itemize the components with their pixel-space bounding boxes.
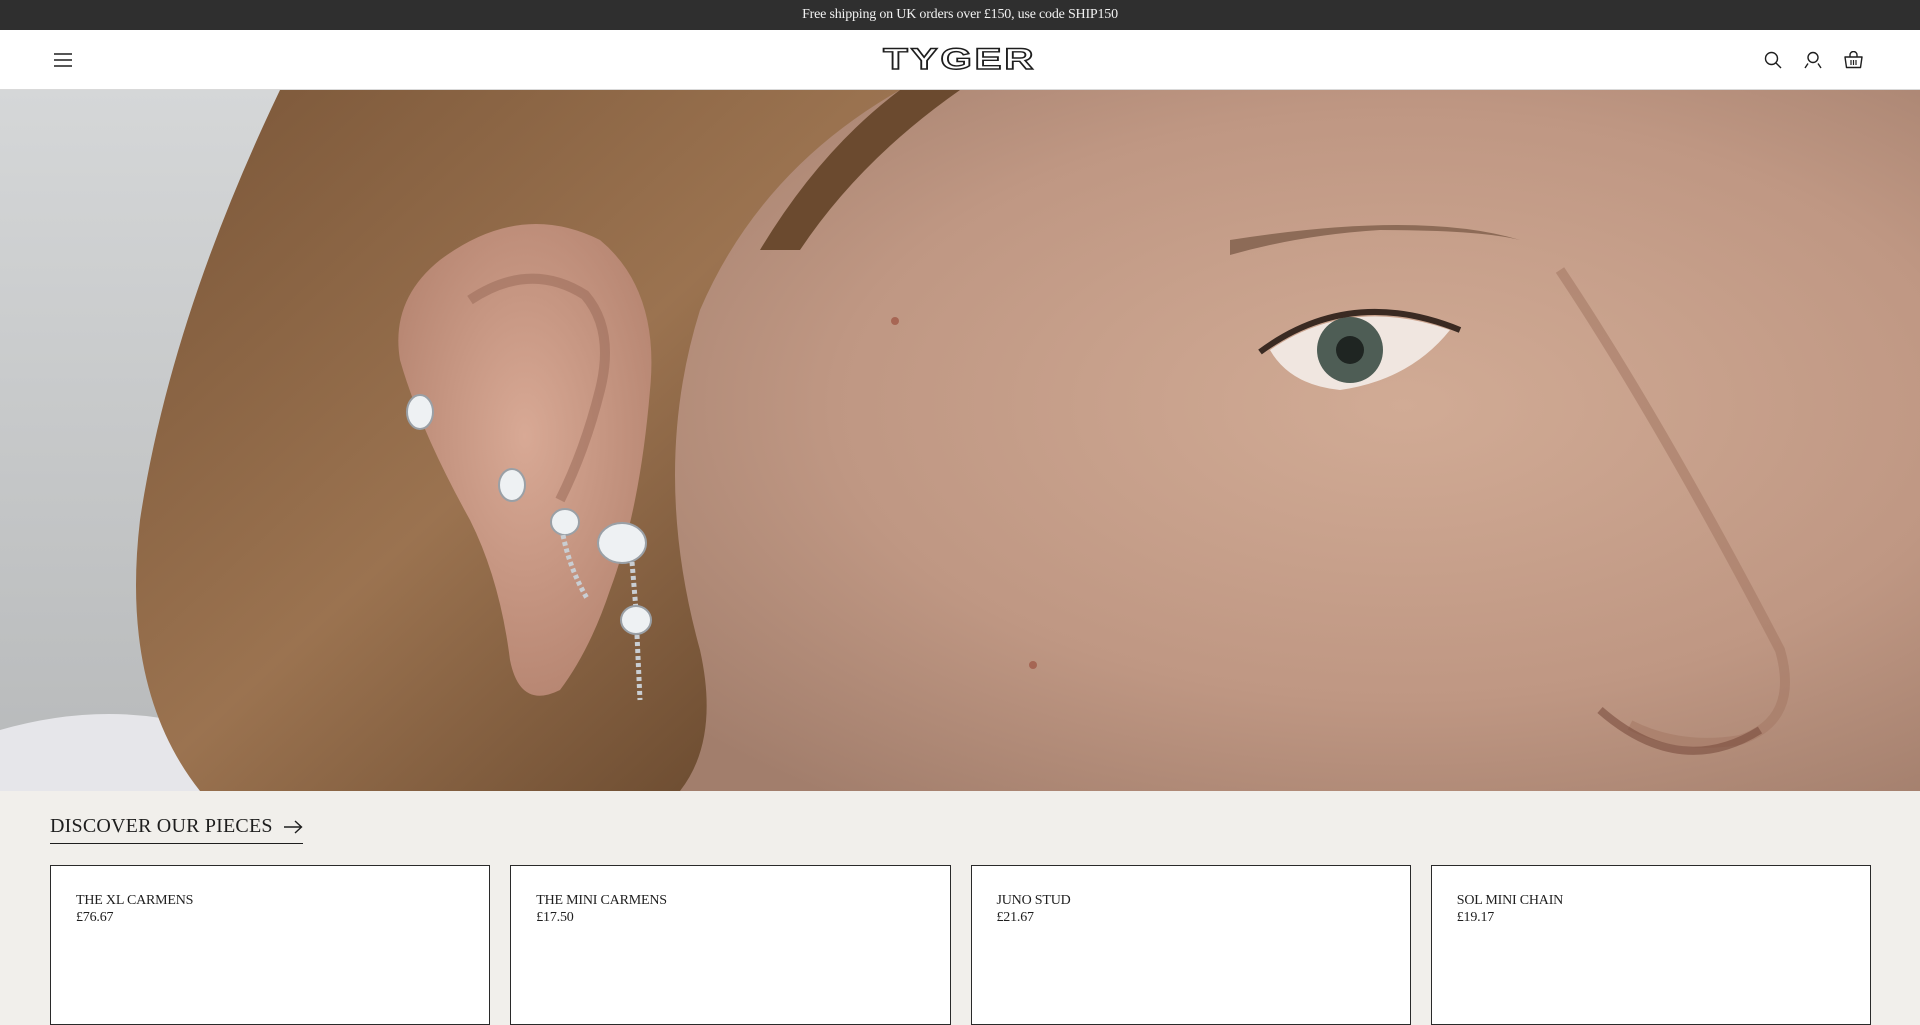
basket-button[interactable] [1840, 47, 1866, 73]
product-name: THE XL CARMENS [76, 893, 194, 908]
product-price: £17.50 [536, 910, 574, 925]
discover-label: DISCOVER OUR PIECES [50, 815, 273, 837]
product-name: THE MINI CARMENS [536, 893, 667, 908]
menu-button[interactable] [50, 47, 76, 73]
product-price: £21.67 [996, 910, 1035, 925]
account-icon [1804, 51, 1822, 68]
hero-image [0, 90, 1920, 791]
header-actions [1760, 47, 1866, 73]
search-button[interactable] [1760, 47, 1786, 73]
account-button[interactable] [1800, 47, 1826, 73]
menu-icon [54, 52, 72, 67]
hero-banner[interactable] [0, 90, 1920, 791]
arrow-right-icon [283, 819, 303, 834]
product-name: SOL MINI CHAIN [1456, 893, 1564, 908]
product-name: JUNO STUD [996, 893, 1071, 908]
search-icon [1764, 51, 1782, 68]
product-card-xl-carmens[interactable]: THE XL CARMENS £76.67 [50, 865, 491, 1025]
product-card-juno-stud[interactable]: JUNO STUD £21.67 [970, 865, 1411, 1025]
announcement-text: Free shipping on UK orders over £150, us… [802, 7, 1118, 22]
product-card-sol-mini-chain[interactable]: SOL MINI CHAIN £19.17 [1430, 865, 1871, 1025]
basket-icon [1843, 50, 1863, 68]
announcement-bar: Free shipping on UK orders over £150, us… [0, 0, 1920, 30]
site-header: TYGER [0, 30, 1920, 90]
logo-text: TYGER [883, 42, 1037, 76]
product-price: £19.17 [1456, 910, 1495, 925]
product-price: £76.67 [76, 910, 114, 925]
product-grid: THE XL CARMENS £76.67 THE MINI CARMENS £… [50, 865, 1871, 1025]
product-card-mini-carmens[interactable]: THE MINI CARMENS £17.50 [510, 865, 951, 1025]
site-logo[interactable]: TYGER [875, 42, 1045, 76]
discover-pieces-link[interactable]: DISCOVER OUR PIECES [50, 815, 303, 844]
